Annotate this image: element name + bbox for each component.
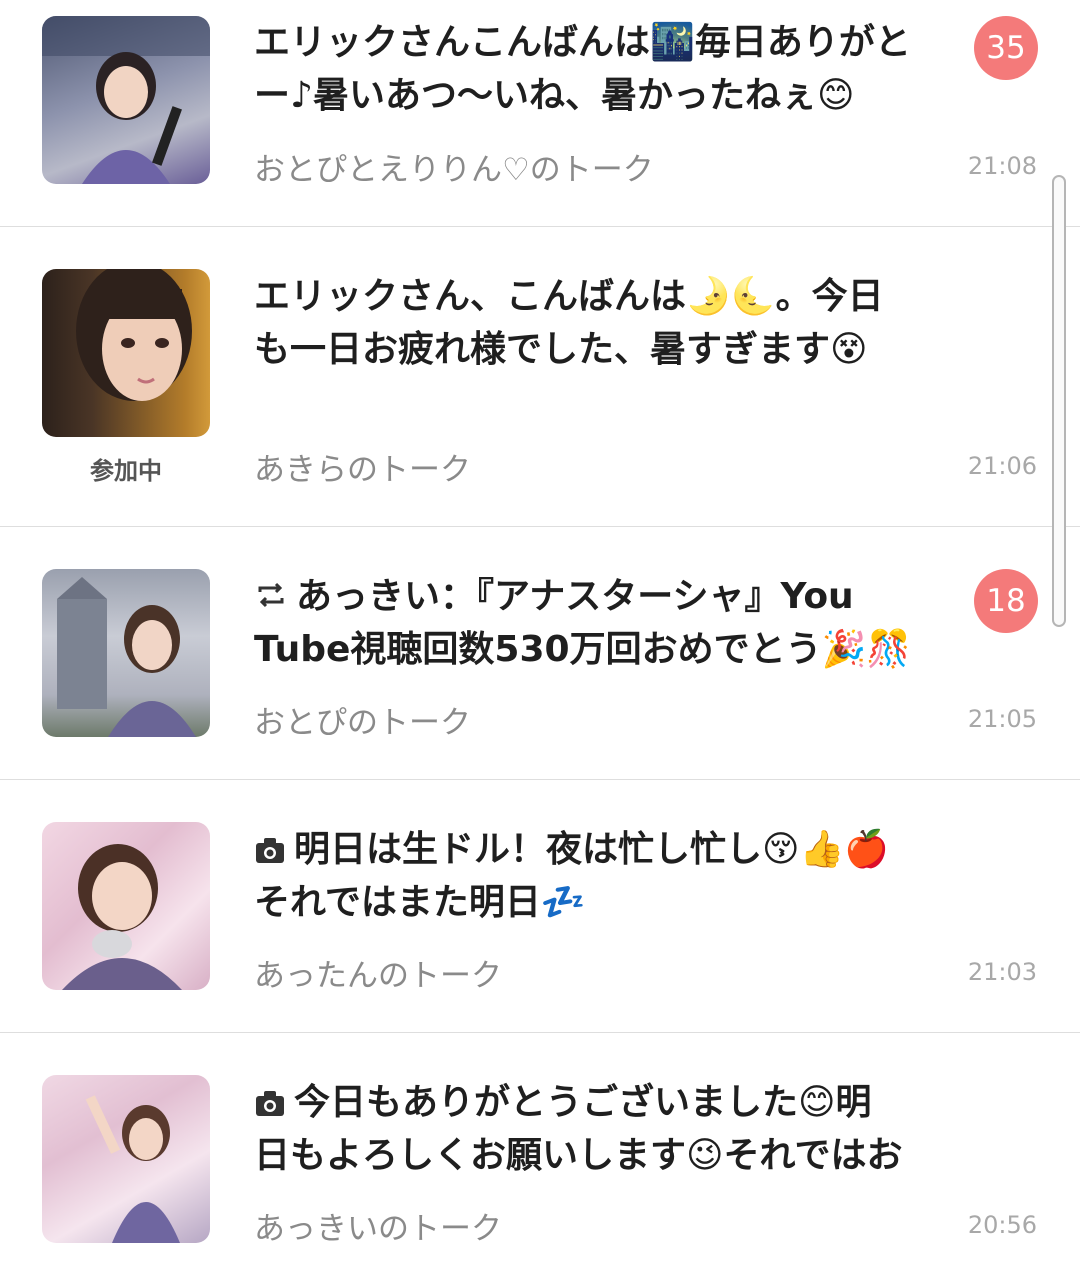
scrollbar[interactable]: [1052, 175, 1066, 627]
avatar: [42, 269, 210, 437]
camera-icon: [254, 827, 286, 876]
chat-row[interactable]: あっきい：『アナスターシャ』You Tube視聴回数530万回おめでとう🎉🎊 お…: [0, 527, 1080, 780]
chat-row[interactable]: 参加中 エリックさん、こんばんは🌛🌜。今日 も一日お疲れ様でした、暑すぎます😵 …: [0, 227, 1080, 527]
chat-row[interactable]: 明日は生ドル！夜は忙し忙し😚👍🍎 それではまた明日💤 あったんのトーク 21:0…: [0, 780, 1080, 1033]
avatar: [42, 16, 210, 184]
unread-badge: 35: [974, 16, 1038, 80]
camera-icon: [254, 1080, 286, 1129]
chat-row[interactable]: エリックさんこんばんは🌃毎日ありがと ー♪暑いあつ〜いね、暑かったねぇ😊 おとぴ…: [0, 0, 1080, 227]
message-preview: エリックさん、こんばんは🌛🌜。今日 も一日お疲れ様でした、暑すぎます😵: [254, 270, 934, 376]
room-name: あきらのトーク: [254, 452, 471, 488]
message-line-2: それではまた明日💤: [254, 882, 586, 923]
message-line-2: も一日お疲れ様でした、暑すぎます😵: [254, 329, 868, 370]
message-line-1: 今日もありがとうございました😊明: [254, 1076, 934, 1129]
chat-row[interactable]: 今日もありがとうございました😊明 日もよろしくお願いします😉それではお あっきい…: [0, 1033, 1080, 1269]
avatar: [42, 822, 210, 990]
message-line-1: エリックさん、こんばんは🌛🌜。今日: [254, 276, 884, 317]
unread-badge: 18: [974, 569, 1038, 633]
room-name: おとぴとえりりん♡のトーク: [254, 152, 654, 188]
message-line-1: あっきい：『アナスターシャ』You: [254, 570, 934, 623]
message-line-2: 日もよろしくお願いします😉それではお: [254, 1135, 903, 1176]
timestamp: 20:56: [967, 1211, 1037, 1239]
message-line-1-text: あっきい：『アナスターシャ』You: [296, 576, 854, 617]
room-name: あったんのトーク: [254, 958, 502, 994]
repost-icon: [254, 574, 288, 623]
timestamp: 21:06: [967, 452, 1037, 480]
message-line-1-text: 今日もありがとうございました😊明: [294, 1082, 872, 1123]
room-name: あっきいのトーク: [254, 1211, 502, 1247]
message-line-1-text: 明日は生ドル！夜は忙し忙し😚👍🍎: [294, 829, 890, 870]
message-line-1: エリックさんこんばんは🌃毎日ありがと: [254, 22, 911, 63]
message-preview: 明日は生ドル！夜は忙し忙し😚👍🍎 それではまた明日💤: [254, 823, 934, 929]
message-line-2: Tube視聴回数530万回おめでとう🎉🎊: [254, 629, 912, 670]
message-preview: エリックさんこんばんは🌃毎日ありがと ー♪暑いあつ〜いね、暑かったねぇ😊: [254, 16, 934, 122]
avatar: [42, 569, 210, 737]
message-preview: あっきい：『アナスターシャ』You Tube視聴回数530万回おめでとう🎉🎊: [254, 570, 934, 676]
timestamp: 21:03: [967, 958, 1037, 986]
room-name: おとぴのトーク: [254, 705, 471, 741]
message-line-1: 明日は生ドル！夜は忙し忙し😚👍🍎: [254, 823, 934, 876]
avatar: [42, 1075, 210, 1243]
message-preview: 今日もありがとうございました😊明 日もよろしくお願いします😉それではお: [254, 1076, 934, 1182]
message-line-2: ー♪暑いあつ〜いね、暑かったねぇ😊: [254, 75, 855, 116]
timestamp: 21:05: [967, 705, 1037, 733]
timestamp: 21:08: [967, 152, 1037, 180]
joining-label: 参加中: [90, 457, 162, 485]
